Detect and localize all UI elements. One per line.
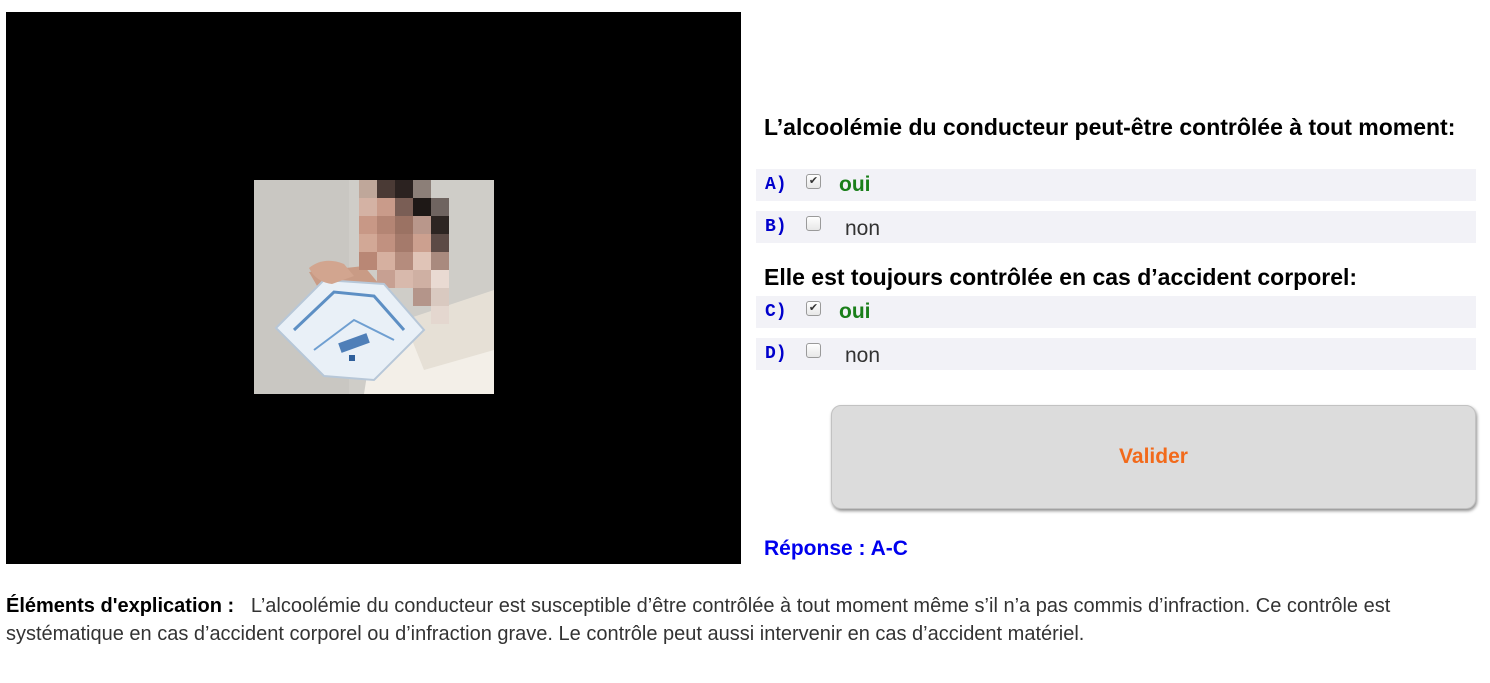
explanation-title: Éléments d'explication : <box>6 595 235 617</box>
explanation-block: Éléments d'explication : L’alcoolémie du… <box>6 592 1396 648</box>
option-letter: A) <box>765 175 787 195</box>
option-d-checkbox[interactable] <box>806 343 821 358</box>
option-b[interactable]: B) non <box>756 211 1476 243</box>
option-b-checkbox[interactable] <box>806 216 821 231</box>
question-1-text: L’alcoolémie du conducteur peut-être con… <box>764 114 1456 140</box>
question-2-text: Elle est toujours contrôlée en cas d’acc… <box>764 264 1358 290</box>
option-letter: D) <box>765 344 787 364</box>
option-letter: B) <box>765 217 787 237</box>
breathalyzer-photo <box>254 180 494 394</box>
option-letter: C) <box>765 302 787 322</box>
option-label: non <box>845 344 881 367</box>
breathalyzer-illustration <box>254 180 494 394</box>
validate-button[interactable]: Valider <box>831 405 1476 509</box>
option-label: oui <box>839 173 871 196</box>
option-label: oui <box>839 300 871 323</box>
option-label: non <box>845 217 881 240</box>
option-d[interactable]: D) non <box>756 338 1476 370</box>
answer-text: Réponse : A-C <box>764 537 908 560</box>
option-a-checkbox[interactable]: ✔ <box>806 174 821 189</box>
option-c[interactable]: C) ✔ oui <box>756 296 1476 328</box>
option-c-checkbox[interactable]: ✔ <box>806 301 821 316</box>
option-a[interactable]: A) ✔ oui <box>756 169 1476 201</box>
question-media-panel <box>6 12 741 564</box>
